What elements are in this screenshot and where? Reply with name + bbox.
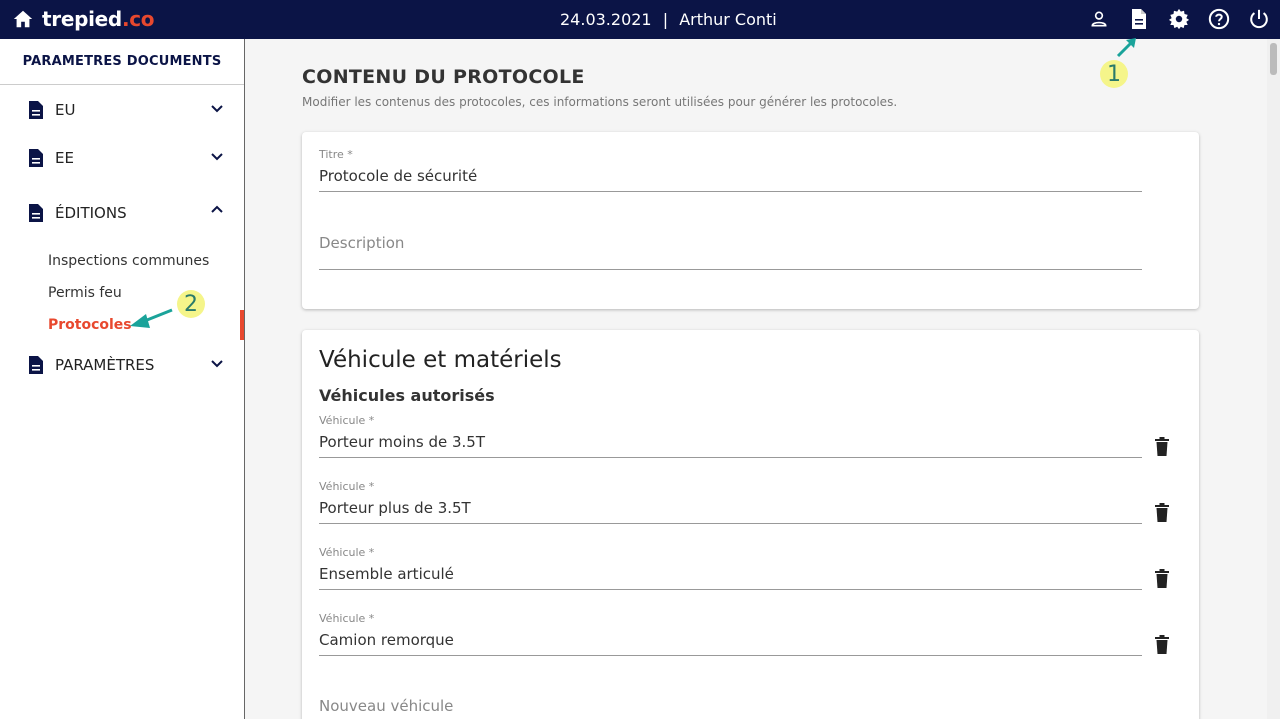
sidebar-item-parametres[interactable]: PARAMÈTRES bbox=[0, 350, 244, 380]
sidebar-subitem-protocoles[interactable]: Protocoles bbox=[48, 317, 132, 333]
vehicle-field[interactable]: Véhicule * Porteur moins de 3.5T bbox=[319, 414, 1142, 458]
active-indicator bbox=[240, 310, 244, 340]
new-vehicle-placeholder[interactable]: Nouveau véhicule bbox=[319, 697, 1142, 719]
vehicle-field[interactable]: Véhicule * Camion remorque bbox=[319, 612, 1142, 656]
home-icon bbox=[13, 10, 33, 28]
annotation-badge-2: 2 bbox=[177, 290, 205, 318]
document-icon[interactable] bbox=[1128, 8, 1150, 30]
header-date: 24.03.2021 bbox=[560, 10, 652, 29]
annotation-arrow-icon bbox=[1116, 38, 1136, 58]
top-icons bbox=[1088, 8, 1270, 30]
trash-icon[interactable] bbox=[1154, 437, 1170, 456]
sidebar: PARAMETRES DOCUMENTS EU EE ÉDITIONS Insp… bbox=[0, 39, 245, 719]
section-subtitle: Véhicules autorisés bbox=[319, 386, 495, 405]
vehicle-field-value[interactable]: Porteur plus de 3.5T bbox=[319, 499, 1142, 524]
brand-name: trepied.co bbox=[42, 7, 155, 31]
vehicle-field-value[interactable]: Ensemble articulé bbox=[319, 565, 1142, 590]
sidebar-item-eu[interactable]: EU bbox=[0, 95, 244, 125]
title-field[interactable]: Titre * Protocole de sécurité bbox=[319, 148, 1142, 192]
vehicle-field-label: Véhicule * bbox=[319, 480, 375, 493]
vehicle-field-label: Véhicule * bbox=[319, 414, 375, 427]
sidebar-item-label: EE bbox=[55, 149, 74, 167]
sidebar-subitem-permis-feu[interactable]: Permis feu bbox=[48, 285, 122, 301]
chevron-down-icon bbox=[211, 105, 223, 113]
page-subtitle: Modifier les contenus des protocoles, ce… bbox=[302, 95, 898, 109]
chevron-down-icon bbox=[211, 153, 223, 161]
chevron-up-icon bbox=[211, 205, 223, 213]
sidebar-item-label: ÉDITIONS bbox=[55, 204, 127, 222]
header-info: 24.03.2021 | Arthur Conti bbox=[560, 10, 960, 29]
vehicle-field-value[interactable]: Camion remorque bbox=[319, 631, 1142, 656]
document-icon bbox=[29, 149, 43, 167]
annotation-arrow-icon bbox=[130, 308, 173, 328]
top-bar: trepied.co 24.03.2021 | Arthur Conti bbox=[0, 0, 1280, 39]
main-content: CONTENU DU PROTOCOLE Modifier les conten… bbox=[245, 39, 1267, 719]
vehicles-card: Véhicule et matériels Véhicules autorisé… bbox=[302, 330, 1199, 719]
document-icon bbox=[29, 356, 43, 374]
chevron-down-icon bbox=[211, 360, 223, 368]
vehicle-field-value[interactable]: Porteur moins de 3.5T bbox=[319, 433, 1142, 458]
header-user: Arthur Conti bbox=[679, 10, 777, 29]
trash-icon[interactable] bbox=[1154, 569, 1170, 588]
description-field-placeholder[interactable]: Description bbox=[319, 234, 1142, 270]
protocol-info-card: Titre * Protocole de sécurité Descriptio… bbox=[302, 132, 1199, 309]
trash-icon[interactable] bbox=[1154, 635, 1170, 654]
vehicle-field-label: Véhicule * bbox=[319, 546, 375, 559]
sidebar-item-ee[interactable]: EE bbox=[0, 143, 244, 173]
brand-logo[interactable]: trepied.co bbox=[12, 6, 155, 32]
section-title: Véhicule et matériels bbox=[319, 347, 562, 373]
sidebar-item-label: EU bbox=[55, 101, 76, 119]
sidebar-item-editions[interactable]: ÉDITIONS bbox=[0, 198, 244, 228]
trash-icon[interactable] bbox=[1154, 503, 1170, 522]
document-icon bbox=[29, 204, 43, 222]
title-field-label: Titre * bbox=[319, 148, 353, 161]
user-icon[interactable] bbox=[1088, 8, 1110, 30]
scrollbar-thumb[interactable] bbox=[1270, 43, 1277, 75]
vehicle-field-label: Véhicule * bbox=[319, 612, 375, 625]
scrollbar[interactable] bbox=[1267, 39, 1280, 719]
header-separator: | bbox=[662, 10, 669, 29]
description-field[interactable]: Description bbox=[319, 234, 1142, 270]
document-icon bbox=[29, 101, 43, 119]
power-icon[interactable] bbox=[1248, 8, 1270, 30]
sidebar-item-label: PARAMÈTRES bbox=[55, 356, 155, 374]
page-title: CONTENU DU PROTOCOLE bbox=[302, 66, 585, 88]
sidebar-title: PARAMETRES DOCUMENTS bbox=[0, 39, 244, 85]
help-icon[interactable] bbox=[1208, 8, 1230, 30]
new-vehicle-field[interactable]: Nouveau véhicule bbox=[319, 697, 1142, 719]
sidebar-subitem-inspections[interactable]: Inspections communes bbox=[48, 253, 209, 269]
title-field-value[interactable]: Protocole de sécurité bbox=[319, 167, 1142, 192]
annotation-badge-1: 1 bbox=[1100, 60, 1128, 88]
vehicle-field[interactable]: Véhicule * Porteur plus de 3.5T bbox=[319, 480, 1142, 524]
gear-icon[interactable] bbox=[1168, 8, 1190, 30]
vehicle-field[interactable]: Véhicule * Ensemble articulé bbox=[319, 546, 1142, 590]
